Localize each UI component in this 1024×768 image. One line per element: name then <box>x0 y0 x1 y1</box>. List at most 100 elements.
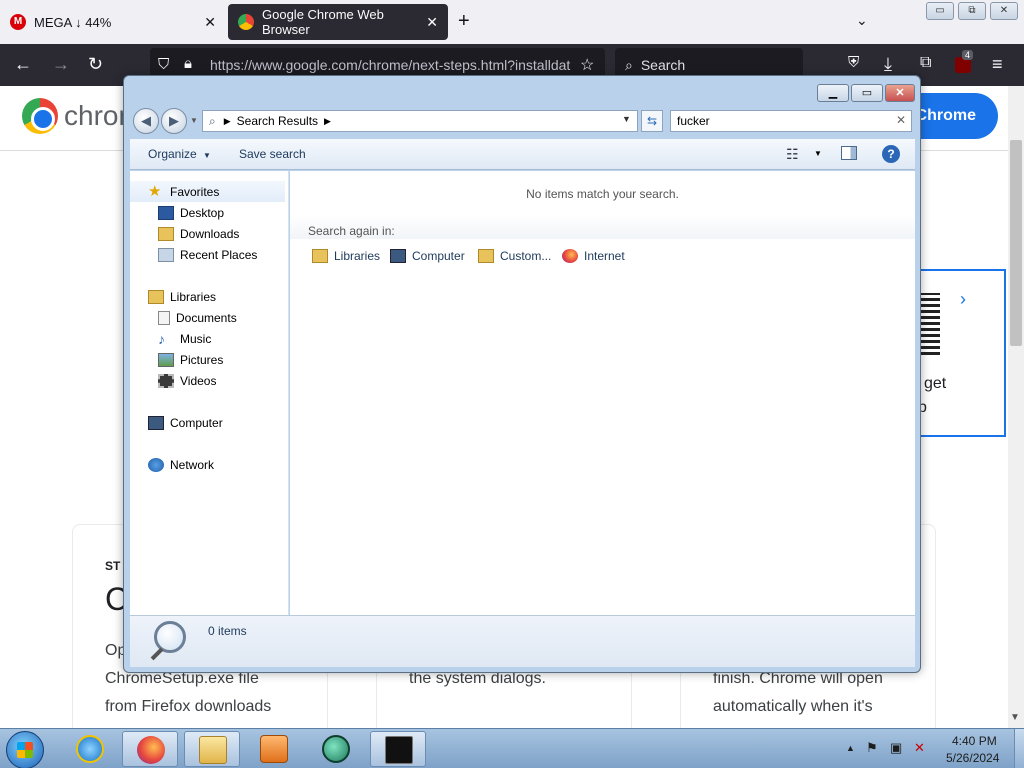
taskbar-media-player[interactable] <box>246 731 302 767</box>
taskbar-firefox[interactable] <box>122 731 178 767</box>
recent-pages-dropdown-icon[interactable]: ▼ <box>190 116 198 125</box>
breadcrumb-arrow-icon[interactable]: ▶ <box>324 116 331 127</box>
nav-libraries[interactable]: Libraries <box>130 286 285 307</box>
scroll-down-icon[interactable]: ▼ <box>1010 712 1020 723</box>
close-icon[interactable]: ✕ <box>204 14 216 31</box>
show-hidden-icons-icon[interactable]: ▲ <box>846 743 855 753</box>
tab-mega-label: MEGA ↓ 44% <box>34 14 112 30</box>
tab-mega[interactable]: M MEGA ↓ 44% ✕ <box>0 0 226 44</box>
qr-code-icon <box>918 293 940 355</box>
videos-icon <box>158 373 174 388</box>
restore-button[interactable]: ⧉ <box>958 2 986 20</box>
bookmark-star-icon[interactable]: ☆ <box>580 55 594 75</box>
clock-date[interactable]: 5/26/2024 <box>946 751 999 765</box>
change-view-icon[interactable]: ☷ <box>786 146 799 163</box>
taskbar-app[interactable] <box>308 731 364 767</box>
taskbar-internet-explorer[interactable] <box>62 731 118 767</box>
explorer-close-button[interactable]: ✕ <box>885 84 915 102</box>
address-dropdown-icon[interactable]: ▼ <box>622 114 631 124</box>
taskbar: ▲ ⚑ ▣ ✕ 4:40 PM 5/26/2024 <box>0 728 1024 768</box>
nav-network[interactable]: Network <box>130 454 285 475</box>
search-icon: ⌕ <box>625 56 633 73</box>
nav-favorites[interactable]: ★ Favorites <box>130 181 285 202</box>
nav-videos[interactable]: Videos <box>130 370 285 391</box>
downloads-icon[interactable]: ⤓ <box>884 54 892 75</box>
search-again-item-label: Internet <box>584 249 625 263</box>
help-icon[interactable]: ? <box>882 145 900 163</box>
address-bar[interactable]: ⌕ ▶ Search Results ▶ <box>202 110 638 132</box>
libraries-icon <box>148 289 164 304</box>
nav-downloads[interactable]: Downloads <box>130 223 285 244</box>
minimize-button[interactable]: ▭ <box>926 2 954 20</box>
network-tray-icon[interactable]: ▣ <box>890 740 902 756</box>
nav-label: Network <box>170 457 215 472</box>
new-tab-button[interactable]: + <box>458 10 470 33</box>
nav-pictures[interactable]: Pictures <box>130 349 285 370</box>
pocket-icon[interactable]: ⛨ <box>848 54 859 71</box>
nav-recent-places[interactable]: Recent Places <box>130 244 285 265</box>
item-count: 0 items <box>208 624 247 638</box>
search-again-libraries[interactable]: Libraries <box>312 246 380 266</box>
organize-button[interactable]: Organize ▼ <box>148 147 211 161</box>
chevron-right-icon[interactable]: › <box>960 289 966 310</box>
page-scrollbar-thumb[interactable] <box>1010 140 1022 346</box>
volume-muted-icon[interactable]: ✕ <box>914 740 925 756</box>
list-all-tabs-icon[interactable]: ⌄ <box>856 12 868 29</box>
action-center-flag-icon[interactable]: ⚑ <box>866 740 878 756</box>
menu-icon[interactable]: ≡ <box>992 54 1003 75</box>
nav-label: Computer <box>170 415 223 430</box>
lock-icon[interactable]: 🔒︎ <box>184 55 192 72</box>
back-button[interactable]: ◀ <box>133 108 159 134</box>
breadcrumb-search-results[interactable]: Search Results <box>237 114 318 128</box>
breadcrumb-arrow-icon[interactable]: ▶ <box>224 116 231 127</box>
nav-music[interactable]: ♪ Music <box>130 328 285 349</box>
media-player-icon <box>260 735 288 763</box>
organize-label: Organize <box>148 147 197 161</box>
navigation-pane: ★ Favorites Desktop Downloads Recent Pla… <box>130 171 289 615</box>
nav-label: Desktop <box>180 205 225 220</box>
refresh-icon[interactable]: ⇆ <box>641 110 663 132</box>
search-input[interactable]: fucker <box>670 110 912 132</box>
forward-button[interactable]: ▶ <box>161 108 187 134</box>
explorer-minimize-button[interactable]: ▁ <box>817 84 849 102</box>
forward-arrow-icon[interactable]: → <box>52 54 70 75</box>
firefox-tab-bar: M MEGA ↓ 44% ✕ Google Chrome Web Browser… <box>0 0 1024 44</box>
clear-search-icon[interactable]: ✕ <box>896 113 906 127</box>
step-text: from Firefox downloads <box>105 698 272 715</box>
no-items-message: No items match your search. <box>526 187 679 201</box>
nav-computer[interactable]: Computer <box>130 412 285 433</box>
clock-time[interactable]: 4:40 PM <box>952 734 997 748</box>
search-again-item-label: Custom... <box>500 249 552 263</box>
search-again-custom[interactable]: Custom... <box>478 246 551 266</box>
back-arrow-icon[interactable]: ← <box>14 54 32 75</box>
show-desktop-button[interactable] <box>1014 729 1024 768</box>
nav-documents[interactable]: Documents <box>130 307 285 328</box>
nav-desktop[interactable]: Desktop <box>130 202 285 223</box>
taskbar-explorer[interactable] <box>184 731 240 767</box>
step-label: ST <box>105 559 121 573</box>
search-again-item-label: Computer <box>412 249 465 263</box>
music-icon: ♪ <box>158 330 165 347</box>
results-pane: No items match your search. Search again… <box>290 171 915 615</box>
close-icon[interactable]: ✕ <box>426 14 438 31</box>
start-button[interactable] <box>6 731 44 768</box>
search-again-computer[interactable]: Computer <box>390 246 465 266</box>
shield-icon[interactable]: ⛉ <box>158 56 169 73</box>
search-again-internet[interactable]: Internet <box>562 246 625 266</box>
taskbar-command-prompt[interactable] <box>370 731 426 767</box>
tab-chrome-web-browser[interactable]: Google Chrome Web Browser ✕ <box>228 4 448 40</box>
explorer-maximize-button[interactable]: ▭ <box>851 84 883 102</box>
star-icon: ★ <box>148 182 162 200</box>
search-again-item-label: Libraries <box>334 249 381 263</box>
url-text: https://www.google.com/chrome/next-steps… <box>210 57 571 73</box>
search-again-label: Search again in: <box>308 224 395 238</box>
close-button[interactable]: ✕ <box>990 2 1018 20</box>
chevron-down-icon[interactable]: ▼ <box>814 149 822 158</box>
nav-label: Libraries <box>170 289 217 304</box>
reload-icon[interactable]: ↻ <box>88 54 103 75</box>
save-search-button[interactable]: Save search <box>239 147 306 161</box>
app-icon <box>322 735 350 763</box>
extensions-icon[interactable]: ⧉ <box>920 54 931 72</box>
nav-label: Music <box>180 331 212 346</box>
preview-pane-icon[interactable] <box>841 146 857 160</box>
